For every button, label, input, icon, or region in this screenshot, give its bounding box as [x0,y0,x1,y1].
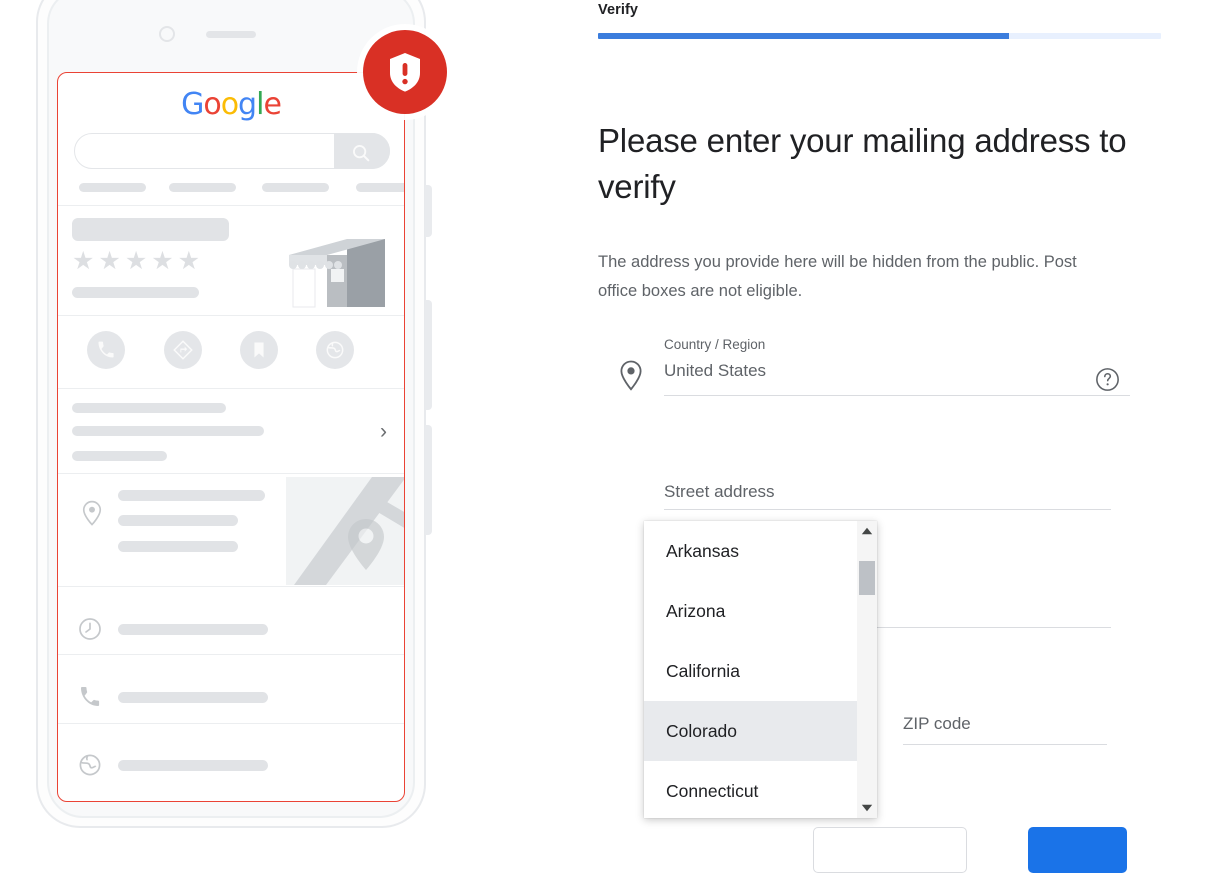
call-icon [98,341,114,358]
business-profile-card: Google ★★★★★ › [57,72,405,802]
action-website-button [316,331,354,369]
action-call-button [87,331,125,369]
progress-bar-fill [598,33,1009,39]
zip-code-placeholder: ZIP code [903,714,971,733]
street-address-placeholder: Street address [664,482,775,501]
phone-speaker-grille [206,31,256,38]
chevron-right-icon: › [380,420,387,443]
state-option-colorado[interactable]: Colorado [644,701,857,761]
next-button[interactable] [1028,827,1127,873]
chip-placeholder [169,183,236,192]
zip-code-underline [903,744,1107,745]
phone-side-button [425,300,432,410]
phone-icon [81,687,100,706]
chip-placeholder [356,183,404,192]
text-line-placeholder [118,624,268,635]
storefront-icon [289,239,385,308]
state-option-arizona[interactable]: Arizona [644,581,857,641]
dropdown-scrollbar-thumb[interactable] [859,561,875,595]
page-title: Please enter your mailing address to ver… [598,122,1127,206]
state-option-connecticut[interactable]: Connecticut [644,761,857,818]
directions-icon [173,340,193,360]
map-thumbnail [286,477,404,585]
shield-exclamation-icon [390,53,420,92]
divider [58,473,404,474]
text-line-placeholder [118,490,265,501]
scroll-down-arrow-icon[interactable] [857,798,877,818]
phone-side-button [425,185,432,237]
scroll-up-arrow-icon[interactable] [857,521,877,541]
divider [58,388,404,389]
step-label: Verify [598,2,639,18]
progress-bar-track [598,33,1161,39]
dropdown-scrollbar[interactable] [857,521,877,818]
page-description: The address you provide here will be hid… [598,252,1077,300]
text-line-placeholder [118,541,238,552]
divider [58,723,404,724]
state-option-arkansas[interactable]: Arkansas [644,521,857,581]
street-address-underline [664,509,1111,510]
action-directions-button [164,331,202,369]
text-line-placeholder [118,515,238,526]
verification-illustration: Google ★★★★★ › [0,0,470,845]
mock-search-bar [74,133,390,169]
filter-chip-row [72,183,404,193]
text-line-placeholder [72,403,226,413]
map-pin-icon [82,500,102,526]
divider [58,586,404,587]
country-region-value: United States [664,361,767,380]
location-pin-icon [618,360,644,397]
action-save-button [240,331,278,369]
state-dropdown-list[interactable]: Arkansas Arizona California Colorado Con… [644,521,877,818]
divider [58,205,404,206]
country-region-label: Country / Region [664,337,766,352]
verification-alert-badge [363,30,447,114]
clock-icon [79,618,101,640]
verification-form-panel: Verify Please enter your mailing address… [470,0,1213,845]
state-option-california[interactable]: California [644,641,857,701]
star-rating: ★★★★★ [72,247,205,275]
business-name-placeholder [72,218,229,241]
divider [58,654,404,655]
google-logo: Google [181,87,282,122]
search-icon [353,145,370,162]
text-line-placeholder [72,426,264,436]
website-globe-icon [326,341,344,359]
chip-placeholder [79,183,146,192]
text-line-placeholder [118,760,268,771]
business-category-placeholder [72,287,199,298]
phone-camera-icon [159,26,175,42]
globe-icon [79,754,101,776]
text-line-placeholder [72,451,167,461]
text-line-placeholder [118,692,268,703]
back-button[interactable] [813,827,967,873]
state-dropdown-options[interactable]: Arkansas Arizona California Colorado Con… [644,521,857,818]
help-circle-icon[interactable] [1095,367,1120,397]
map-graphic [294,477,404,585]
divider [58,315,404,316]
chip-placeholder [262,183,329,192]
search-button [334,133,390,169]
save-bookmark-icon [254,342,264,358]
phone-side-button [425,425,432,535]
country-region-underline [664,395,1130,396]
